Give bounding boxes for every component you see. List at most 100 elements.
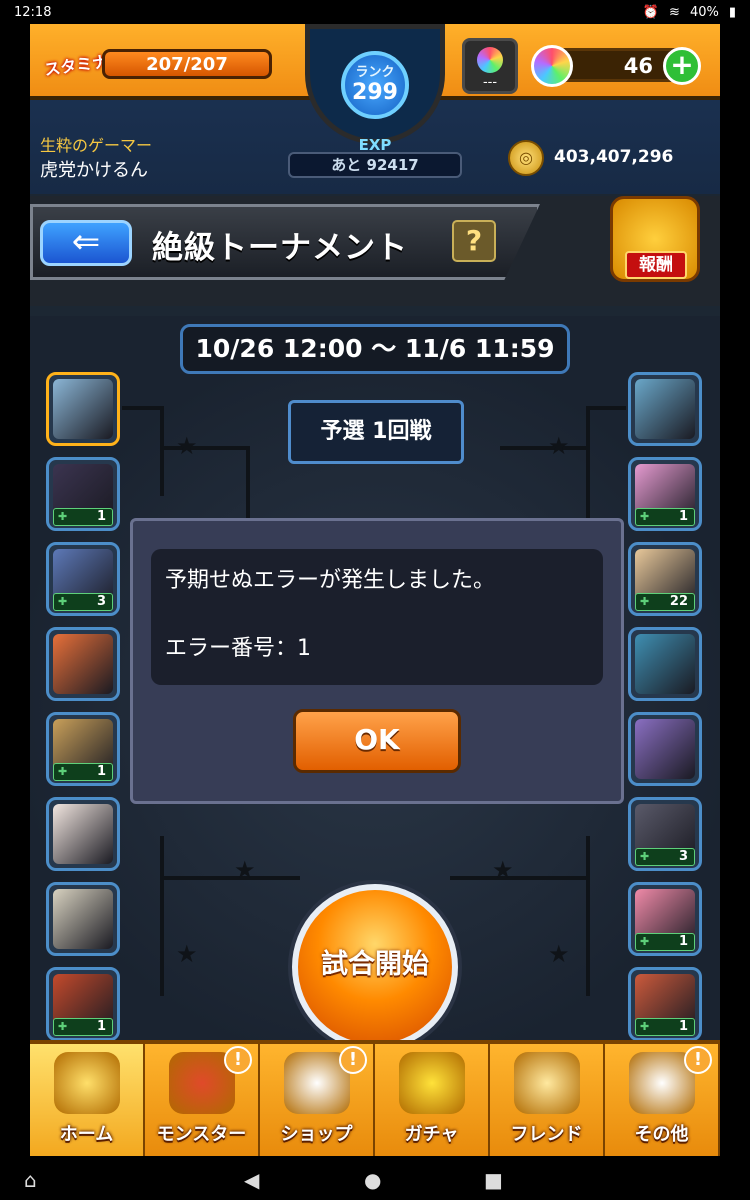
back-nav-icon[interactable]: ◀ <box>244 1168 259 1192</box>
gem-orb-icon <box>531 45 573 87</box>
coin-icon: ◎ <box>508 140 544 176</box>
rank-label: ランク <box>355 65 395 80</box>
monster-portrait <box>53 634 113 694</box>
right-bracket-slot[interactable]: 1 <box>628 457 702 531</box>
orb-item-button[interactable]: --- <box>462 38 518 94</box>
monster-portrait <box>635 719 695 779</box>
left-bracket-slot[interactable] <box>46 882 120 956</box>
luck-badge: 3 <box>635 848 695 866</box>
gem-count: 46 <box>623 54 653 78</box>
right-bracket-slot[interactable]: 1 <box>628 882 702 956</box>
start-match-button[interactable]: 試合開始 <box>292 884 458 1050</box>
tournament-period: 10/26 12:00 ～ 11/6 11:59 <box>180 324 570 374</box>
battery-level: 40% <box>689 4 719 20</box>
clock: 12:18 <box>14 4 52 20</box>
left-bracket-slot[interactable]: 1 <box>46 712 120 786</box>
stamina-bar: 207/207 <box>102 49 272 79</box>
game-screen: スタミナ 207/207 ランク 299 EXP あと 92417 --- 46… <box>30 24 720 1156</box>
luck-badge: 1 <box>53 763 113 781</box>
player-name: 虎党かけるん <box>40 160 148 181</box>
nav-monster-button[interactable]: モンスター! <box>145 1044 260 1156</box>
alert-badge: ! <box>339 1046 367 1074</box>
right-bracket-slot[interactable] <box>628 712 702 786</box>
alert-badge: ! <box>224 1046 252 1074</box>
nav-label: フレンド <box>510 1124 583 1145</box>
bracket-star-icon: ★ <box>492 856 514 884</box>
nav-shop-button[interactable]: ショップ! <box>260 1044 375 1156</box>
monster-portrait <box>53 379 113 439</box>
bracket-star-icon: ★ <box>548 940 570 968</box>
right-bracket-slot[interactable]: 3 <box>628 797 702 871</box>
monster-portrait <box>635 634 695 694</box>
left-bracket-slot[interactable]: 1 <box>46 457 120 531</box>
right-bracket-slot[interactable] <box>628 372 702 446</box>
right-bracket-slot[interactable]: 1 <box>628 967 702 1041</box>
nav-label: その他 <box>634 1124 689 1145</box>
recents-nav-icon[interactable]: ■ <box>484 1168 503 1192</box>
left-bracket-slot[interactable] <box>46 627 120 701</box>
nav-friend-icon <box>514 1052 580 1114</box>
nav-friend-button[interactable]: フレンド <box>490 1044 605 1156</box>
wifi-icon: ≋ <box>669 4 680 20</box>
luck-badge: 1 <box>635 933 695 951</box>
left-bracket-slot[interactable]: 3 <box>46 542 120 616</box>
nav-other-button[interactable]: その他! <box>605 1044 720 1156</box>
nav-gacha-icon <box>399 1052 465 1114</box>
error-code: エラー番号：1 <box>165 636 311 661</box>
right-bracket-slot[interactable]: 22 <box>628 542 702 616</box>
exp-remaining: あと 92417 <box>288 152 462 178</box>
error-message: 予期せぬエラーが発生しました。 <box>165 568 496 593</box>
reward-label: 報酬 <box>625 251 687 279</box>
round-label: 予選 1回戦 <box>288 400 464 464</box>
page-title: 絶級トーナメント <box>152 230 408 266</box>
nav-home-icon <box>54 1052 120 1114</box>
luck-badge: 1 <box>53 1018 113 1036</box>
reward-button[interactable]: 報酬 <box>610 196 700 282</box>
luck-badge: 22 <box>635 593 695 611</box>
left-bracket-slot[interactable]: 1 <box>46 967 120 1041</box>
gem-counter: 46 + <box>531 45 701 87</box>
right-bracket-slot[interactable] <box>628 627 702 701</box>
nav-label: モンスター <box>156 1124 247 1145</box>
back-button[interactable]: ⇐ <box>40 220 132 266</box>
battery-icon: ▮ <box>728 4 736 20</box>
bottom-nav: ホーム モンスター! ショップ! ガチャ フレンド その他! <box>30 1040 720 1156</box>
rank-badge[interactable]: ランク 299 <box>305 24 445 144</box>
nav-gacha-button[interactable]: ガチャ <box>375 1044 490 1156</box>
system-nav-bar: ⌂ ◀ ● ■ <box>0 1156 750 1200</box>
header: スタミナ 207/207 ランク 299 EXP あと 92417 --- 46… <box>30 24 720 194</box>
nav-label: ショップ <box>280 1124 353 1145</box>
alert-badge: ! <box>684 1046 712 1074</box>
ok-button[interactable]: OK <box>293 709 461 773</box>
luck-badge: 1 <box>635 1018 695 1036</box>
luck-badge: 1 <box>53 508 113 526</box>
alarm-icon: ⏰ <box>642 4 660 20</box>
luck-badge: 3 <box>53 593 113 611</box>
app-icon[interactable]: ⌂ <box>24 1168 37 1192</box>
monster-portrait <box>53 889 113 949</box>
home-nav-icon[interactable]: ● <box>364 1168 381 1192</box>
status-bar: 12:18 ⏰ ≋ 40% ▮ <box>0 0 750 24</box>
add-gems-button[interactable]: + <box>663 47 701 85</box>
title-row: ⇐ 絶級トーナメント ? 報酬 <box>30 196 720 306</box>
nav-home-button[interactable]: ホーム <box>30 1044 145 1156</box>
monster-portrait <box>53 804 113 864</box>
coin-value: 403,407,296 <box>554 147 674 167</box>
help-button[interactable]: ? <box>452 220 496 262</box>
left-bracket-slot[interactable] <box>46 797 120 871</box>
rank-value: 299 <box>352 80 398 105</box>
left-bracket-slot[interactable] <box>46 372 120 446</box>
bracket-star-icon: ★ <box>548 432 570 460</box>
luck-badge: 1 <box>635 508 695 526</box>
orb-item-count: --- <box>482 75 498 90</box>
bracket-star-icon: ★ <box>234 856 256 884</box>
orb-icon <box>477 47 503 73</box>
monster-portrait <box>635 379 695 439</box>
error-dialog: 予期せぬエラーが発生しました。 エラー番号：1 OK <box>130 518 624 804</box>
nav-label: ホーム <box>59 1124 114 1145</box>
nav-label: ガチャ <box>404 1124 459 1145</box>
error-message-box: 予期せぬエラーが発生しました。 エラー番号：1 <box>151 549 603 685</box>
player-title: 生粋のゲーマー <box>40 136 153 155</box>
bracket-star-icon: ★ <box>176 940 198 968</box>
bracket-star-icon: ★ <box>176 432 198 460</box>
